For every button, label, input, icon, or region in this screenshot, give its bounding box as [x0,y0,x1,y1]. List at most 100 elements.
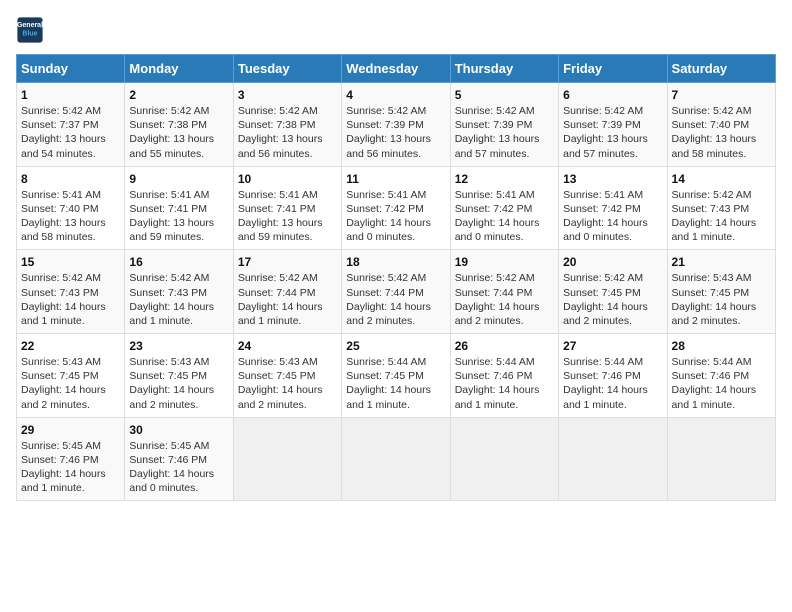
calendar-week-4: 22 Sunrise: 5:43 AMSunset: 7:45 PMDayligh… [17,334,776,418]
day-number: 24 [238,339,337,353]
day-info: Sunrise: 5:43 AMSunset: 7:45 PMDaylight:… [238,355,337,412]
calendar-cell: 4 Sunrise: 5:42 AMSunset: 7:39 PMDaylight… [342,83,450,167]
day-number: 9 [129,172,228,186]
day-header-monday: Monday [125,55,233,83]
calendar-cell: 25Sunrise: 5:44 AMSunset: 7:45 PMDayligh… [342,334,450,418]
day-info: Sunrise: 5:44 AMSunset: 7:46 PMDaylight:… [563,355,662,412]
day-number: 29 [21,423,120,437]
day-info: Sunrise: 5:42 AMSunset: 7:38 PMDaylight:… [129,104,228,161]
calendar-cell: 26Sunrise: 5:44 AMSunset: 7:46 PMDayligh… [450,334,558,418]
calendar-cell: 16 Sunrise: 5:42 AMSunset: 7:43 PMDayligh… [125,250,233,334]
day-info: Sunrise: 5:41 AMSunset: 7:41 PMDaylight:… [238,188,337,245]
day-header-wednesday: Wednesday [342,55,450,83]
calendar-header: SundayMondayTuesdayWednesdayThursdayFrid… [17,55,776,83]
day-info: Sunrise: 5:42 AMSunset: 7:43 PMDaylight:… [21,271,120,328]
day-number: 18 [346,255,445,269]
day-number: 8 [21,172,120,186]
logo: General Blue [16,16,48,44]
day-number: 23 [129,339,228,353]
calendar-cell: 21Sunrise: 5:43 AMSunset: 7:45 PMDayligh… [667,250,775,334]
day-info: Sunrise: 5:41 AMSunset: 7:40 PMDaylight:… [21,188,120,245]
day-number: 30 [129,423,228,437]
day-info: Sunrise: 5:42 AMSunset: 7:45 PMDaylight:… [563,271,662,328]
day-number: 6 [563,88,662,102]
day-number: 12 [455,172,554,186]
day-info: Sunrise: 5:42 AMSunset: 7:39 PMDaylight:… [455,104,554,161]
day-number: 10 [238,172,337,186]
day-number: 27 [563,339,662,353]
day-number: 15 [21,255,120,269]
calendar-cell: 7 Sunrise: 5:42 AMSunset: 7:40 PMDaylight… [667,83,775,167]
calendar-cell: 3 Sunrise: 5:42 AMSunset: 7:38 PMDaylight… [233,83,341,167]
day-number: 4 [346,88,445,102]
calendar-cell: 15 Sunrise: 5:42 AMSunset: 7:43 PMDayligh… [17,250,125,334]
svg-text:Blue: Blue [22,31,37,38]
day-info: Sunrise: 5:44 AMSunset: 7:45 PMDaylight:… [346,355,445,412]
calendar-cell: 28Sunrise: 5:44 AMSunset: 7:46 PMDayligh… [667,334,775,418]
day-number: 1 [21,88,120,102]
day-info: Sunrise: 5:42 AMSunset: 7:44 PMDaylight:… [346,271,445,328]
calendar-cell: 29 Sunrise: 5:45 AMSunset: 7:46 PMDayligh… [17,417,125,501]
calendar-week-3: 15 Sunrise: 5:42 AMSunset: 7:43 PMDayligh… [17,250,776,334]
day-header-friday: Friday [559,55,667,83]
day-number: 13 [563,172,662,186]
day-header-saturday: Saturday [667,55,775,83]
day-header-row: SundayMondayTuesdayWednesdayThursdayFrid… [17,55,776,83]
day-info: Sunrise: 5:42 AMSunset: 7:44 PMDaylight:… [455,271,554,328]
calendar-cell: 11Sunrise: 5:41 AMSunset: 7:42 PMDayligh… [342,166,450,250]
day-info: Sunrise: 5:42 AMSunset: 7:39 PMDaylight:… [563,104,662,161]
day-number: 2 [129,88,228,102]
day-number: 7 [672,88,771,102]
day-info: Sunrise: 5:42 AMSunset: 7:37 PMDaylight:… [21,104,120,161]
day-number: 19 [455,255,554,269]
day-header-tuesday: Tuesday [233,55,341,83]
day-number: 11 [346,172,445,186]
day-info: Sunrise: 5:42 AMSunset: 7:40 PMDaylight:… [672,104,771,161]
day-header-sunday: Sunday [17,55,125,83]
day-header-thursday: Thursday [450,55,558,83]
day-number: 3 [238,88,337,102]
day-info: Sunrise: 5:42 AMSunset: 7:43 PMDaylight:… [129,271,228,328]
calendar-cell [667,417,775,501]
day-info: Sunrise: 5:43 AMSunset: 7:45 PMDaylight:… [21,355,120,412]
day-info: Sunrise: 5:41 AMSunset: 7:41 PMDaylight:… [129,188,228,245]
calendar-cell [450,417,558,501]
calendar-week-5: 29 Sunrise: 5:45 AMSunset: 7:46 PMDayligh… [17,417,776,501]
calendar-cell: 19 Sunrise: 5:42 AMSunset: 7:44 PMDayligh… [450,250,558,334]
day-number: 14 [672,172,771,186]
calendar-cell: 6 Sunrise: 5:42 AMSunset: 7:39 PMDaylight… [559,83,667,167]
day-info: Sunrise: 5:45 AMSunset: 7:46 PMDaylight:… [21,439,120,496]
logo-icon: General Blue [16,16,44,44]
calendar-cell [559,417,667,501]
day-info: Sunrise: 5:44 AMSunset: 7:46 PMDaylight:… [672,355,771,412]
calendar-cell: 23 Sunrise: 5:43 AMSunset: 7:45 PMDayligh… [125,334,233,418]
day-number: 22 [21,339,120,353]
calendar-cell: 18 Sunrise: 5:42 AMSunset: 7:44 PMDayligh… [342,250,450,334]
calendar-cell: 22 Sunrise: 5:43 AMSunset: 7:45 PMDayligh… [17,334,125,418]
calendar-week-2: 8 Sunrise: 5:41 AMSunset: 7:40 PMDaylight… [17,166,776,250]
day-number: 5 [455,88,554,102]
calendar-cell: 1 Sunrise: 5:42 AMSunset: 7:37 PMDaylight… [17,83,125,167]
day-info: Sunrise: 5:41 AMSunset: 7:42 PMDaylight:… [563,188,662,245]
calendar-cell: 17 Sunrise: 5:42 AMSunset: 7:44 PMDayligh… [233,250,341,334]
calendar-cell: 2 Sunrise: 5:42 AMSunset: 7:38 PMDaylight… [125,83,233,167]
calendar-cell: 13 Sunrise: 5:41 AMSunset: 7:42 PMDayligh… [559,166,667,250]
calendar-cell: 12Sunrise: 5:41 AMSunset: 7:42 PMDayligh… [450,166,558,250]
calendar-cell: 24 Sunrise: 5:43 AMSunset: 7:45 PMDayligh… [233,334,341,418]
day-info: Sunrise: 5:43 AMSunset: 7:45 PMDaylight:… [129,355,228,412]
day-number: 20 [563,255,662,269]
calendar-cell: 8 Sunrise: 5:41 AMSunset: 7:40 PMDaylight… [17,166,125,250]
calendar-week-1: 1 Sunrise: 5:42 AMSunset: 7:37 PMDaylight… [17,83,776,167]
calendar-cell: 5 Sunrise: 5:42 AMSunset: 7:39 PMDaylight… [450,83,558,167]
day-number: 26 [455,339,554,353]
day-info: Sunrise: 5:42 AMSunset: 7:43 PMDaylight:… [672,188,771,245]
calendar-body: 1 Sunrise: 5:42 AMSunset: 7:37 PMDaylight… [17,83,776,501]
day-info: Sunrise: 5:43 AMSunset: 7:45 PMDaylight:… [672,271,771,328]
day-number: 16 [129,255,228,269]
day-info: Sunrise: 5:42 AMSunset: 7:39 PMDaylight:… [346,104,445,161]
day-info: Sunrise: 5:42 AMSunset: 7:38 PMDaylight:… [238,104,337,161]
day-info: Sunrise: 5:42 AMSunset: 7:44 PMDaylight:… [238,271,337,328]
calendar-cell [342,417,450,501]
calendar-cell: 20 Sunrise: 5:42 AMSunset: 7:45 PMDayligh… [559,250,667,334]
day-number: 17 [238,255,337,269]
